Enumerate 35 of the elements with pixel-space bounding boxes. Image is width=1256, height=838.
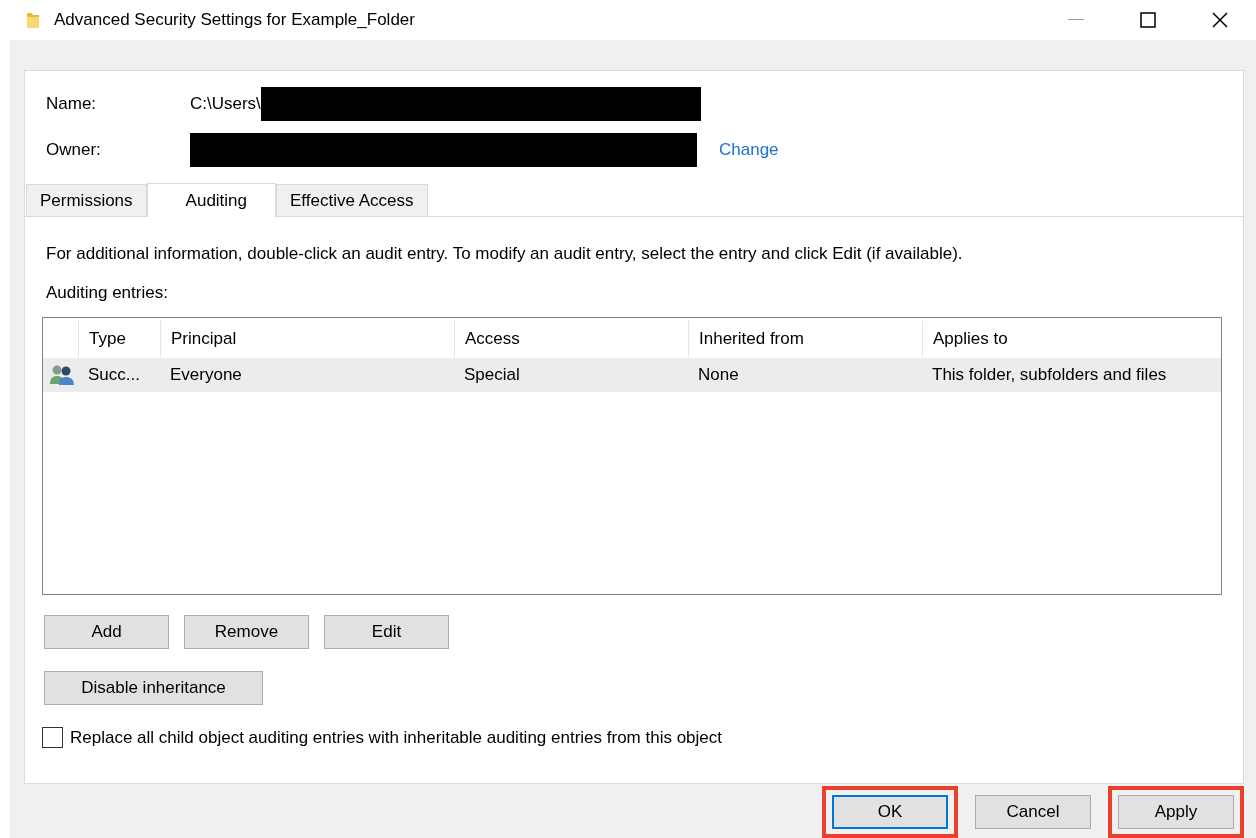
table-cell: None [688, 358, 922, 392]
entries-label: Auditing entries: [46, 283, 169, 303]
entry-button[interactable]: Add [44, 615, 169, 649]
owner-label: Owner: [46, 140, 102, 160]
entry-button[interactable]: Edit [324, 615, 449, 649]
tab[interactable]: Permissions [26, 184, 147, 216]
maximize-icon[interactable] [1140, 12, 1156, 28]
close-icon[interactable] [1212, 12, 1228, 28]
name-value: C:\Users\ [190, 94, 261, 114]
table-row[interactable]: Succ... Everyone Special None This folder, subfolders and files [43, 357, 1221, 393]
change-link[interactable]: Change [719, 140, 779, 160]
table-cell: Special [454, 358, 688, 392]
column-header[interactable]: Applies to [922, 321, 1221, 357]
folder-icon [26, 11, 40, 29]
dialog-button[interactable]: Apply [1118, 795, 1234, 829]
entry-button[interactable]: Remove [184, 615, 309, 649]
table-cell: Everyone [160, 358, 454, 392]
users-icon [49, 364, 75, 386]
window-title: Advanced Security Settings for Example_Folder [54, 10, 416, 30]
tab[interactable]: Effective Access [276, 184, 428, 216]
tab[interactable]: Auditing [146, 183, 277, 217]
description-text: For additional information, double-click an audit entry. To modify an audit entry, select the entry and click Edit (if available). [46, 244, 964, 264]
column-header[interactable]: Inherited from [688, 321, 922, 357]
table-cell: This folder, subfolders and files [922, 358, 1221, 392]
name-label: Name: [46, 94, 98, 114]
checkbox-label: Replace all child object auditing entries with inheritable auditing entries from this object [70, 727, 723, 748]
dialog-button[interactable]: OK [832, 795, 948, 829]
disable-inheritance-button[interactable]: Disable inheritance [44, 671, 263, 705]
column-header[interactable]: Principal [160, 321, 454, 357]
column-header[interactable]: Access [454, 321, 688, 357]
dialog-button[interactable]: Cancel [975, 795, 1091, 829]
checkbox[interactable] [42, 727, 63, 748]
minimize-icon[interactable] [1068, 19, 1084, 21]
table-cell: Succ... [78, 358, 160, 392]
column-header[interactable]: Type [78, 321, 160, 357]
